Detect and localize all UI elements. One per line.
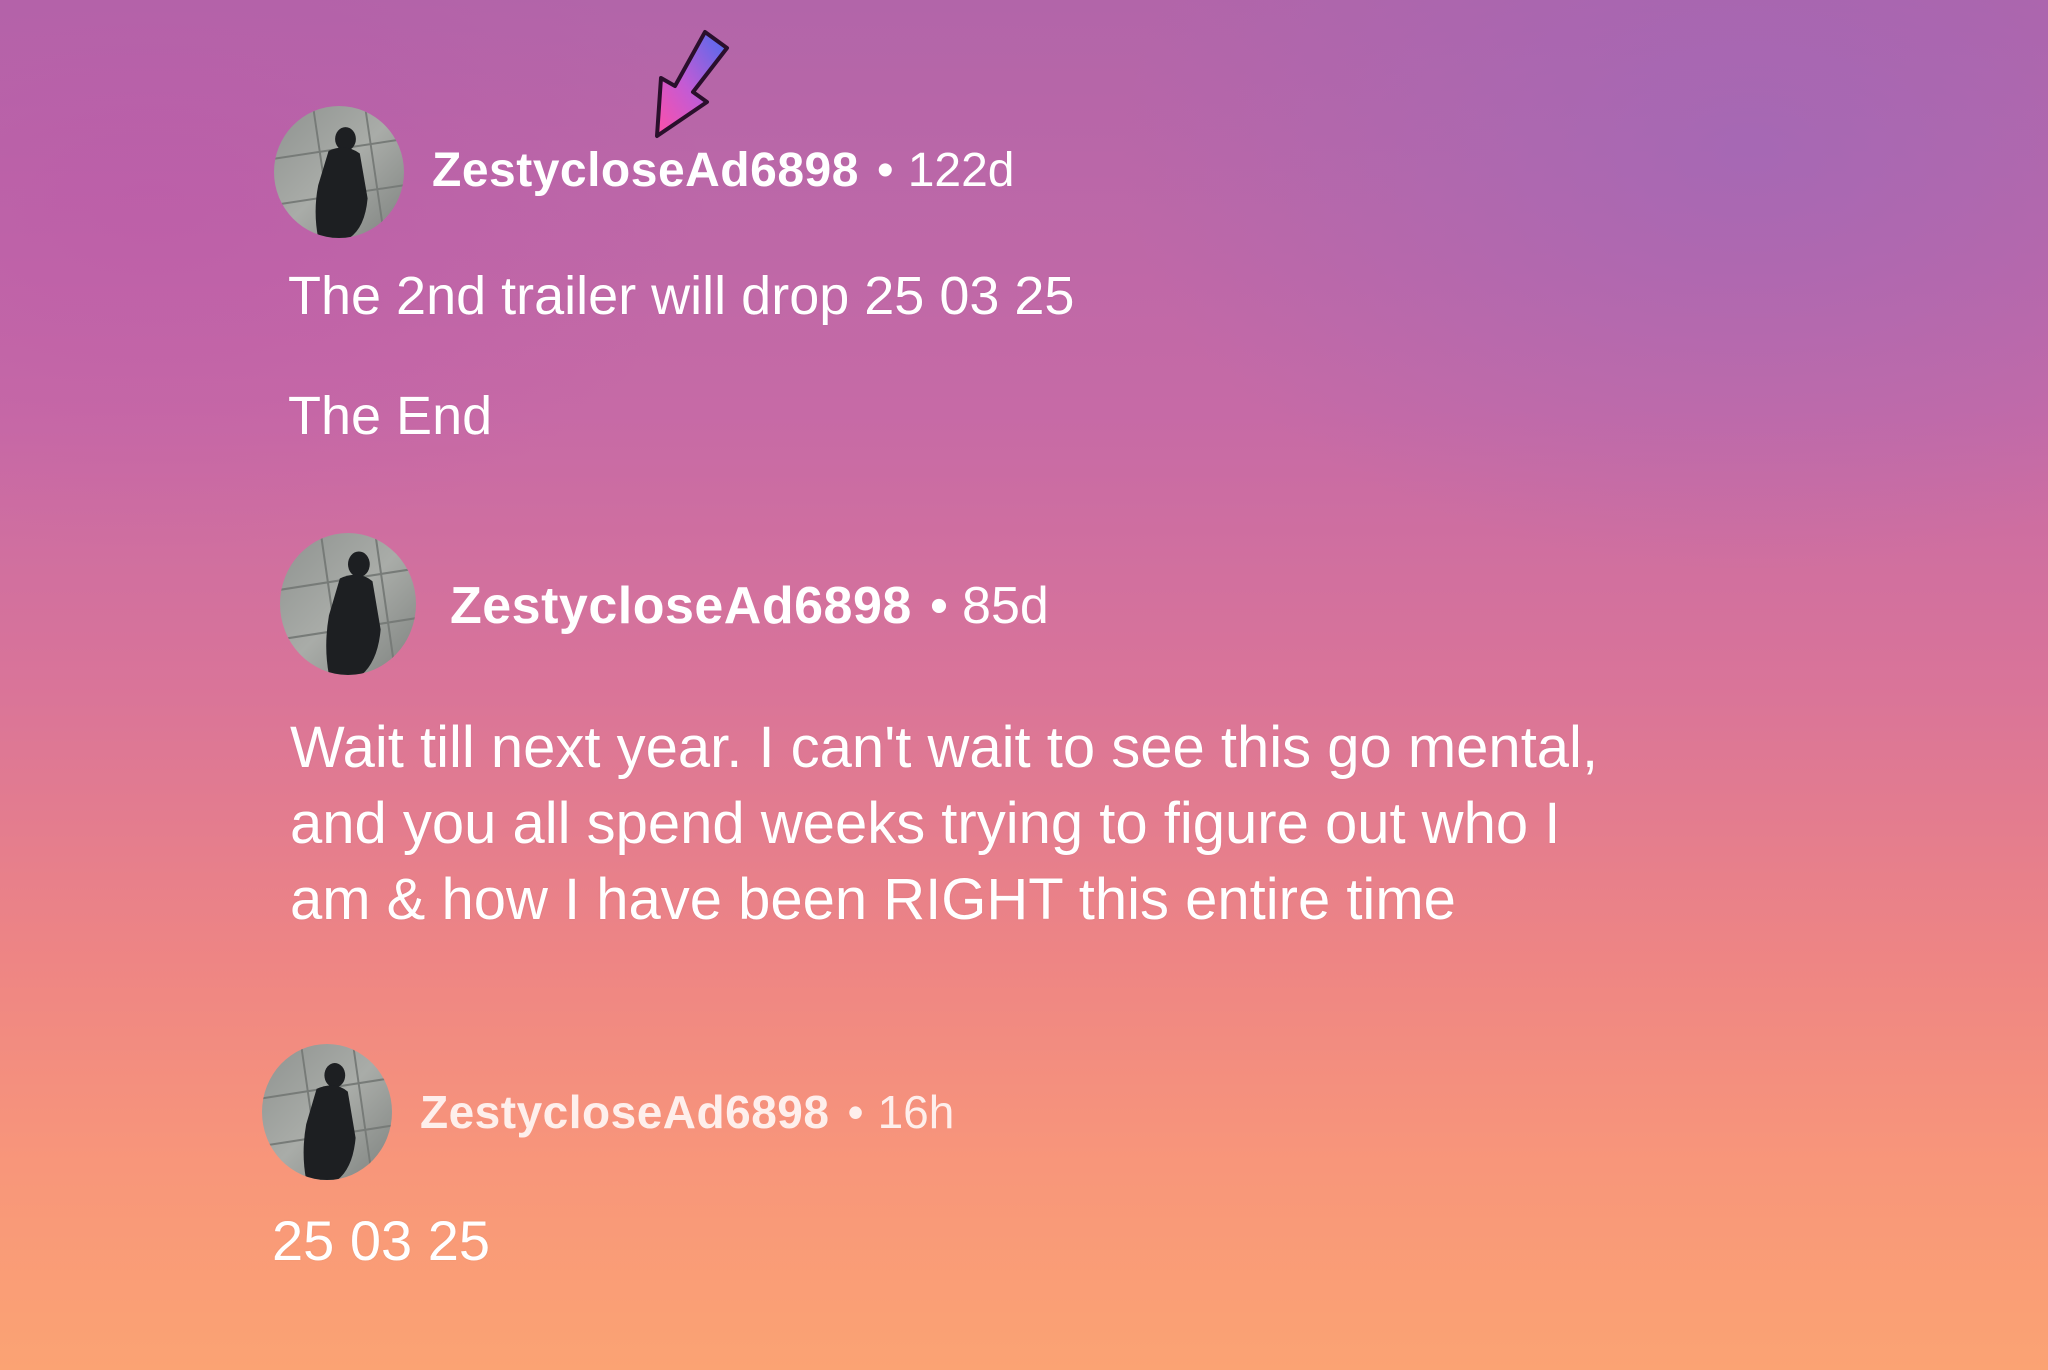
comment-age: 122d [907, 143, 1015, 197]
comment-text: Wait till next year. I can't wait to see… [290, 710, 1598, 938]
avatar[interactable] [274, 106, 404, 238]
comment-text-line: and you all spend weeks trying to figure… [290, 791, 1561, 856]
comment-text-line: 25 03 25 [272, 1209, 490, 1272]
username-link[interactable]: ZestycloseAd6898 [432, 143, 859, 198]
username-link[interactable]: ZestycloseAd6898 [420, 1085, 829, 1139]
username-link[interactable]: ZestycloseAd6898 [450, 576, 912, 636]
avatar[interactable] [262, 1044, 392, 1180]
comment-header: ZestycloseAd6898 • 85d [450, 574, 1049, 638]
separator-dot: • [876, 143, 894, 197]
comment-text-line: The End [288, 386, 493, 446]
comment-header: ZestycloseAd6898 • 16h [420, 1082, 954, 1142]
comment-header: ZestycloseAd6898 • 122d [432, 140, 1015, 200]
avatar[interactable] [280, 533, 416, 675]
comment-age: 16h [877, 1086, 955, 1138]
comment-age: 85d [962, 577, 1049, 635]
separator-dot: • [847, 1086, 864, 1138]
down-left-arrow-icon [655, 30, 729, 138]
comment-text-line: The 2nd trailer will drop 25 03 25 [288, 266, 1075, 326]
separator-dot: • [929, 577, 949, 635]
comment-text-line: am & how I have been RIGHT this entire t… [290, 867, 1456, 932]
comment-text-line: Wait till next year. I can't wait to see… [290, 715, 1599, 780]
